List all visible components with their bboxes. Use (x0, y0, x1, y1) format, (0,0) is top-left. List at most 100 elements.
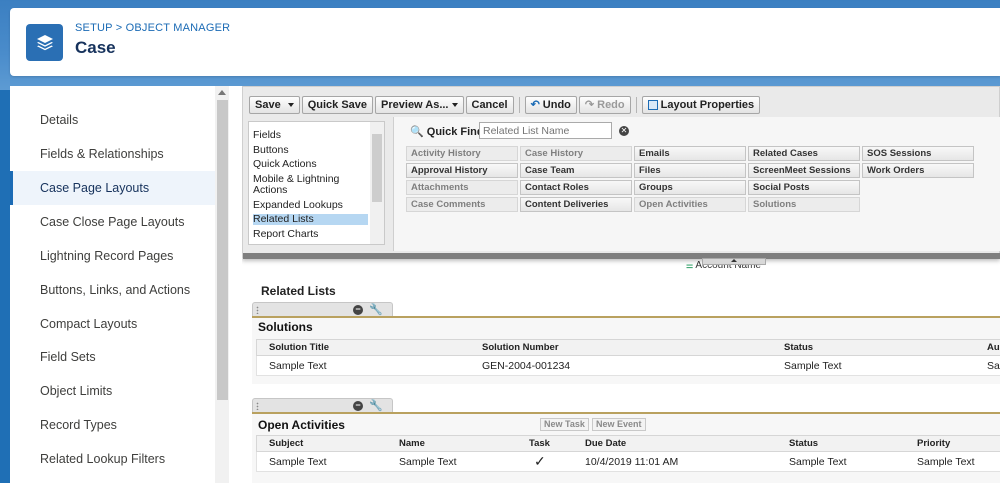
layers-icon (26, 24, 63, 61)
scroll-up-icon[interactable] (218, 90, 226, 95)
category-report-charts[interactable]: Report Charts (253, 229, 368, 240)
category-fields[interactable]: Fields (253, 130, 368, 141)
sidebar-item-details[interactable]: Details (10, 103, 215, 137)
chevron-down-icon[interactable] (287, 103, 294, 107)
cancel-button[interactable]: Cancel (465, 96, 514, 114)
palette-tile[interactable]: Social Posts (748, 180, 860, 195)
palette-tile[interactable]: Contact Roles (520, 180, 632, 195)
related-list-header-row: Subject Name Task Due Date Status Priori… (256, 435, 1000, 452)
layout-properties-button[interactable]: Layout Properties (641, 96, 761, 114)
checkmark-icon: ✓ (534, 453, 546, 469)
redo-button[interactable]: ↷ Redo (578, 96, 631, 114)
related-list-title: Open Activities (258, 418, 345, 432)
category-buttons[interactable]: Buttons (253, 145, 368, 156)
category-quick-actions[interactable]: Quick Actions (253, 159, 368, 170)
redo-icon: ↷ (584, 99, 595, 111)
quick-save-button[interactable]: Quick Save (301, 96, 374, 114)
column-header: Status (784, 342, 814, 353)
palette-tile[interactable]: Files (634, 163, 746, 178)
table-row: Sample Text GEN-2004-001234 Sample Text … (256, 356, 1000, 376)
toolbar-divider (518, 97, 520, 113)
related-lists-section-title: Related Lists (261, 284, 336, 298)
preview-as-button[interactable]: Preview As... (375, 96, 464, 114)
sidebar-item-related-lookup-filters[interactable]: Related Lookup Filters (10, 442, 215, 476)
drag-handle-icon[interactable] (256, 306, 259, 314)
scrollbar-thumb[interactable] (372, 134, 382, 202)
sidebar-item-object-limits[interactable]: Object Limits (10, 374, 215, 408)
save-label: Save (255, 99, 281, 111)
related-list-handle[interactable]: − 🔧 (252, 302, 393, 316)
remove-icon[interactable]: − (353, 401, 363, 411)
sidebar-item-case-page-layouts[interactable]: Case Page Layouts (10, 171, 215, 205)
palette-tile[interactable]: Case Comments (406, 197, 518, 212)
column-header: Task (529, 438, 550, 449)
palette-tile[interactable]: Approval History (406, 163, 518, 178)
table-cell: Sample Text (269, 360, 327, 372)
column-header: Solution Number (482, 342, 559, 353)
wrench-icon[interactable]: 🔧 (369, 399, 383, 412)
remove-icon[interactable]: − (353, 305, 363, 315)
table-cell: Sample Text (399, 456, 457, 468)
palette-tile[interactable]: Content Deliveries (520, 197, 632, 212)
properties-icon (647, 100, 658, 110)
palette-tile[interactable]: Case History (520, 146, 632, 161)
lookup-icon: ⚌ (686, 261, 694, 270)
palette-tile[interactable]: Attachments (406, 180, 518, 195)
palette-tile[interactable]: Work Orders (862, 163, 974, 178)
related-list-header-row: Solution Title Solution Number Status Au (256, 339, 1000, 356)
quick-find-input[interactable] (479, 122, 612, 139)
table-cell: Sample Text (269, 456, 327, 468)
undo-button[interactable]: ↶ Undo (524, 96, 577, 114)
palette-tile[interactable]: SOS Sessions (862, 146, 974, 161)
quick-find-text: Quick Find (426, 126, 484, 138)
palette-tile[interactable]: Groups (634, 180, 746, 195)
palette-category-list: Fields Buttons Quick Actions Mobile & Li… (248, 121, 385, 245)
sidebar-item-lightning-record-pages[interactable]: Lightning Record Pages (10, 239, 215, 273)
palette-tile[interactable]: Related Cases (748, 146, 860, 161)
search-icon: 🔍 (410, 126, 424, 138)
undo-label: Undo (542, 99, 571, 111)
palette-items-area: 🔍 Quick Find ✕ Activity History Case His… (393, 117, 1000, 251)
clear-search-icon[interactable]: ✕ (619, 126, 629, 136)
page-layout-editor: Save Quick Save Preview As... Cancel ↶ Un… (242, 86, 1000, 483)
palette-tile[interactable]: ScreenMeet Sessions (748, 163, 860, 178)
palette-tile[interactable]: Open Activities (634, 197, 746, 212)
palette-tile[interactable]: Emails (634, 146, 746, 161)
new-event-button: New Event (592, 418, 646, 431)
table-cell: 10/4/2019 11:01 AM (585, 456, 679, 468)
palette-collapse-handle[interactable] (702, 258, 766, 265)
drag-handle-icon[interactable] (256, 402, 259, 410)
column-header: Due Date (585, 438, 627, 449)
column-header: Status (789, 438, 819, 449)
related-list-open-activities[interactable]: Open Activities New Task New Event Subje… (252, 412, 1000, 483)
sidebar-item-record-types[interactable]: Record Types (10, 408, 215, 442)
sidebar-item-compact-layouts[interactable]: Compact Layouts (10, 307, 215, 341)
redo-label: Redo (597, 99, 625, 111)
category-related-lists[interactable]: Related Lists (253, 214, 368, 225)
table-cell: Sa (987, 360, 1000, 372)
table-row: Sample Text Sample Text ✓ 10/4/2019 11:0… (256, 452, 1000, 472)
breadcrumb[interactable]: SETUP > OBJECT MANAGER (75, 22, 230, 34)
sidebar-item-buttons-links-actions[interactable]: Buttons, Links, and Actions (10, 273, 215, 307)
editor-toolbar: Save Quick Save Preview As... Cancel ↶ Un… (249, 95, 761, 115)
category-expanded-lookups[interactable]: Expanded Lookups (253, 200, 368, 211)
wrench-icon[interactable]: 🔧 (369, 303, 383, 316)
related-list-handle[interactable]: − 🔧 (252, 398, 393, 412)
sidebar-item-fields-relationships[interactable]: Fields & Relationships (10, 137, 215, 171)
scrollbar-thumb[interactable] (217, 100, 228, 400)
column-header: Au (987, 342, 1000, 353)
quick-find-label: 🔍 Quick Find (410, 125, 484, 138)
sidebar-scrollbar[interactable] (215, 86, 229, 483)
related-list-title: Solutions (258, 320, 313, 334)
new-task-button: New Task (540, 418, 589, 431)
palette-tile[interactable]: Case Team (520, 163, 632, 178)
sidebar-item-field-sets[interactable]: Field Sets (10, 340, 215, 374)
category-mobile-lightning-actions[interactable]: Mobile & Lightning Actions (253, 174, 353, 196)
sidebar-item-case-close-page-layouts[interactable]: Case Close Page Layouts (10, 205, 215, 239)
category-scrollbar[interactable] (370, 122, 384, 244)
object-header: SETUP > OBJECT MANAGER Case (10, 8, 1000, 76)
palette-tile[interactable]: Solutions (748, 197, 860, 212)
save-button[interactable]: Save (249, 96, 300, 114)
related-list-solutions[interactable]: Solutions Solution Title Solution Number… (252, 316, 1000, 384)
palette-tile[interactable]: Activity History (406, 146, 518, 161)
